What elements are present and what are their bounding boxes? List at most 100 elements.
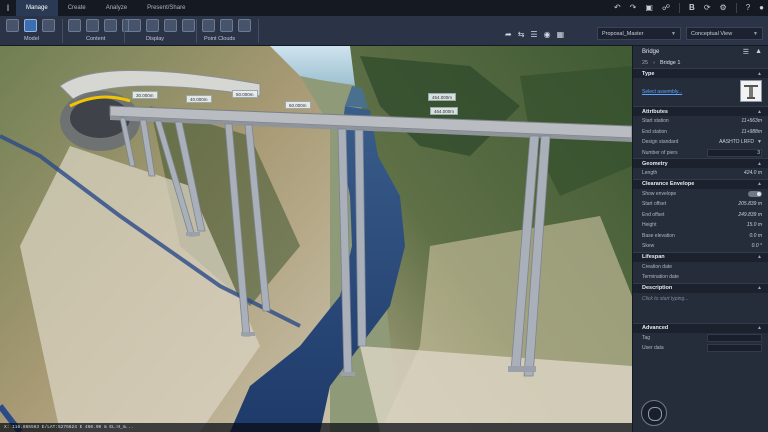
start-offset-label: Start offset xyxy=(642,201,667,208)
model-export-icon[interactable] xyxy=(42,19,55,32)
panel-icon[interactable] xyxy=(182,19,195,32)
compass-icon[interactable] xyxy=(641,400,667,426)
cursor-tool-icon[interactable]: ➦ xyxy=(505,30,512,39)
3d-viewport[interactable]: 30.000m 40.000m 50.000m 60.000m 454.000m… xyxy=(0,46,632,432)
help-icon[interactable]: ? xyxy=(746,0,750,16)
num-piers-input[interactable] xyxy=(707,148,762,157)
assembly-thumbnail[interactable] xyxy=(740,80,762,102)
base-elevation-value[interactable]: 0.0 m xyxy=(749,233,762,239)
user-data-input[interactable] xyxy=(707,344,762,353)
layout-icon[interactable]: ▦ xyxy=(557,30,565,39)
tab-analyze[interactable]: Analyze xyxy=(96,0,137,16)
tab-create[interactable]: Create xyxy=(58,0,96,16)
section-advanced[interactable]: Advanced ▲ xyxy=(633,322,768,333)
skew-label: Skew xyxy=(642,243,655,250)
show-envelope-label: Show envelope xyxy=(642,190,677,197)
description-textarea[interactable]: Click to start typing... xyxy=(633,293,768,317)
bridge-section-icon xyxy=(744,85,758,99)
save-icon[interactable]: ▣ xyxy=(645,0,653,16)
section-type-label: Type xyxy=(642,70,655,77)
proposal-dropdown[interactable]: Proposal_Master ▼ xyxy=(597,27,681,40)
tab-manage[interactable]: Manage xyxy=(16,0,58,16)
chevron-up-icon: ▲ xyxy=(757,325,762,331)
share-icon[interactable]: ☍ xyxy=(662,0,670,16)
database-icon[interactable] xyxy=(68,19,81,32)
model-icon[interactable] xyxy=(6,19,19,32)
menu-icon[interactable]: ☰ xyxy=(743,48,749,56)
num-piers-value: 3 xyxy=(757,149,760,156)
section-clearance-label: Clearance Envelope xyxy=(642,181,695,187)
section-description[interactable]: Description ▲ xyxy=(633,282,768,293)
life-termination-date: Termination date xyxy=(633,272,768,283)
properties-panel: Bridge ☰ ▲ 25 › Bridge 1 Type ▲ Select a… xyxy=(632,46,768,432)
breadcrumb-current[interactable]: Bridge 1 xyxy=(660,60,681,66)
import-icon[interactable] xyxy=(104,19,117,32)
user-icon[interactable]: ● xyxy=(759,0,764,16)
tag-input[interactable] xyxy=(707,333,762,342)
breadcrumb: 25 › Bridge 1 xyxy=(633,58,768,68)
road-icon[interactable]: ☰ xyxy=(530,30,537,39)
select-assembly-link[interactable]: Select assembly... xyxy=(642,89,682,95)
terrain-scene xyxy=(0,46,632,432)
end-station-value[interactable]: 11+988m xyxy=(741,129,762,135)
section-attributes-label: Attributes xyxy=(642,108,668,115)
section-lifespan-label: Lifespan xyxy=(642,254,665,260)
model-view-icon[interactable] xyxy=(24,19,37,32)
height-value[interactable]: 15.0 m xyxy=(747,222,762,228)
mountain-icon[interactable] xyxy=(164,19,177,32)
station-label: 40.000m xyxy=(186,95,212,103)
life-creation-date: Creation date xyxy=(633,262,768,273)
termination-date-label: Termination date xyxy=(642,274,679,281)
bold-b-icon[interactable]: B xyxy=(689,0,695,16)
section-lifespan[interactable]: Lifespan ▲ xyxy=(633,251,768,262)
user-data-label: User data xyxy=(642,345,664,352)
data-table-icon[interactable] xyxy=(86,19,99,32)
tab-present-share[interactable]: Present/Share xyxy=(137,0,195,16)
station-label: 454.000m xyxy=(428,93,457,101)
view-style-dropdown[interactable]: Conceptual View ▼ xyxy=(686,27,763,40)
skew-value[interactable]: 0.0 ° xyxy=(752,243,762,249)
settings-icon[interactable]: ⚙ xyxy=(720,0,727,16)
measure-icon[interactable]: ⇆ xyxy=(518,30,525,39)
chevron-up-icon: ▲ xyxy=(757,108,762,115)
point-cloud-filter-icon[interactable] xyxy=(220,19,233,32)
clear-start-offset: Start offset 205.839 m xyxy=(633,199,768,210)
refresh-icon[interactable]: ⟳ xyxy=(704,0,711,16)
section-type[interactable]: Type ▲ xyxy=(633,68,768,78)
station-label: 30.000m xyxy=(132,91,158,99)
end-offset-label: End offset xyxy=(642,211,665,218)
section-attributes[interactable]: Attributes ▲ xyxy=(633,106,768,116)
ribbon-label-display[interactable]: Display xyxy=(146,36,164,42)
design-standard-select[interactable]: AASHTO LRFD xyxy=(719,139,754,145)
start-station-label: Start station xyxy=(642,118,669,125)
section-geometry-label: Geometry xyxy=(642,160,668,167)
section-geometry[interactable]: Geometry ▲ xyxy=(633,158,768,168)
ribbon-label-point-clouds[interactable]: Point Clouds xyxy=(204,36,235,42)
ribbon-label-content[interactable]: Content xyxy=(86,36,105,42)
point-cloud-off-icon[interactable] xyxy=(238,19,251,32)
clear-skew: Skew 0.0 ° xyxy=(633,241,768,252)
terrain-icon[interactable] xyxy=(146,19,159,32)
top-right-toolbar: ↶ ↷ ▣ ☍ B ⟳ ⚙ ? ● xyxy=(614,0,764,16)
chevron-down-icon: ▼ xyxy=(757,139,762,146)
coordinate-status-bar: X: 116.865563 E/LAT:5276624 E 460.90 m E… xyxy=(0,423,632,432)
geom-length: Length 424.0 m xyxy=(633,168,768,179)
section-clearance-envelope[interactable]: Clearance Envelope ▲ xyxy=(633,178,768,189)
show-envelope-toggle[interactable] xyxy=(748,190,762,197)
undo-icon[interactable]: ↶ xyxy=(614,0,621,16)
end-offset-value[interactable]: 249.839 m xyxy=(738,212,762,218)
ribbon-label-model[interactable]: Model xyxy=(24,36,39,42)
layers-icon[interactable] xyxy=(128,19,141,32)
camera-icon[interactable]: ◉ xyxy=(544,30,551,39)
point-cloud-icon[interactable] xyxy=(202,19,215,32)
start-offset-value[interactable]: 205.839 m xyxy=(738,201,762,207)
pin-icon[interactable]: ▲ xyxy=(755,48,762,56)
length-label: Length xyxy=(642,170,658,177)
breadcrumb-count[interactable]: 25 xyxy=(642,60,648,66)
clear-base-elevation: Base elevation 0.0 m xyxy=(633,231,768,242)
divider xyxy=(735,3,737,13)
redo-icon[interactable]: ↷ xyxy=(630,0,637,16)
start-station-value[interactable]: 11+563m xyxy=(741,118,762,124)
adv-user-data: User data xyxy=(633,343,768,354)
clear-show-envelope: Show envelope xyxy=(633,189,768,200)
